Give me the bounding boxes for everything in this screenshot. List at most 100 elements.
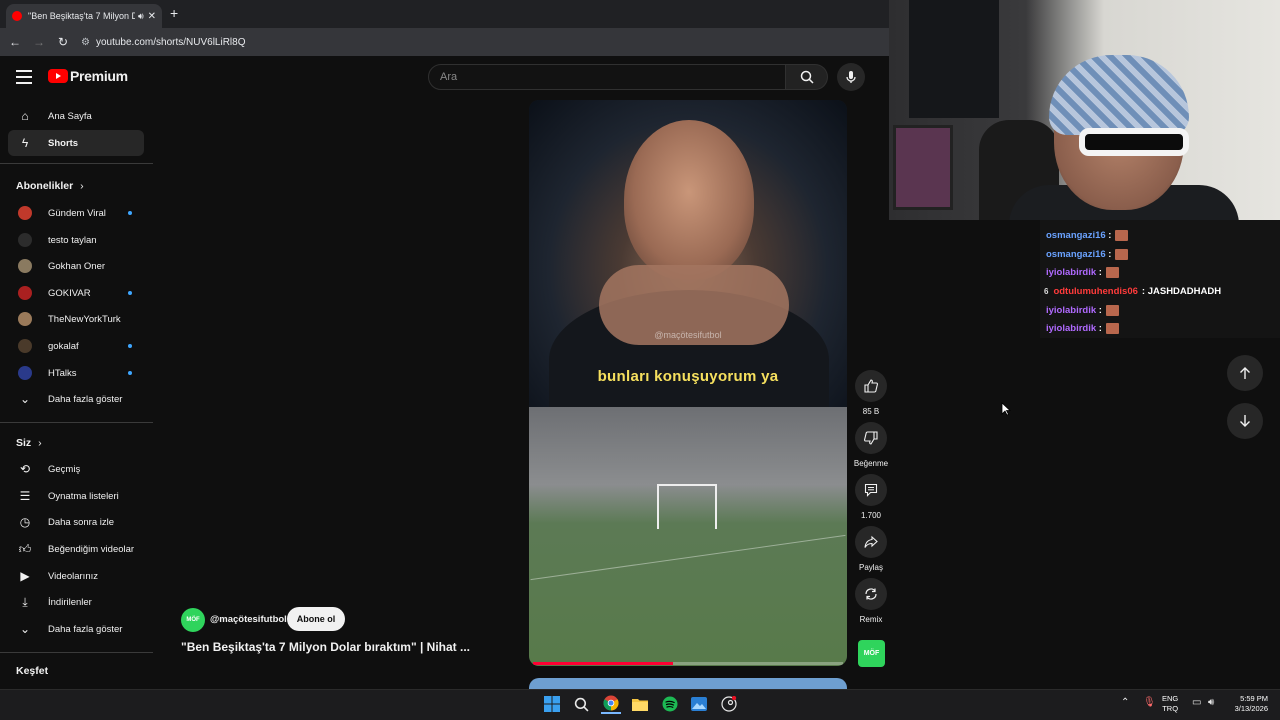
sidebar-item-subscription[interactable]: Gündem Viral — [8, 200, 144, 226]
sidebar-item-label: Gündem Viral — [48, 207, 106, 219]
chrome-icon[interactable] — [601, 694, 621, 714]
chevron-down-icon: ⌄ — [19, 392, 31, 406]
sidebar-item-label: HTalks — [48, 367, 77, 379]
voice-search-button[interactable] — [837, 63, 865, 91]
url-field[interactable]: ⚙ youtube.com/shorts/NUV6lLiRl8Q — [81, 37, 245, 48]
chat-badge: 6 — [1044, 287, 1049, 296]
next-short-button[interactable] — [1227, 403, 1263, 439]
chat-text: : JASHDADHADH — [1141, 286, 1222, 297]
speaker-icon[interactable]: 🔊︎ — [138, 11, 144, 22]
sidebar-item-shorts[interactable]: ϟ Shorts — [8, 130, 144, 156]
like-button[interactable]: 85 B — [855, 370, 887, 416]
download-icon: ⤓ — [22, 594, 28, 609]
show-more-you[interactable]: ⌄ Daha fazla göster — [8, 616, 144, 642]
sidebar-item-subscription[interactable]: TheNewYorkTurk — [8, 306, 144, 332]
sidebar-item-your-videos[interactable]: ▶ Videolarınız — [8, 563, 144, 589]
subscribe-button[interactable]: Abone ol — [287, 607, 345, 631]
youtube-premium-logo[interactable]: Premium — [48, 68, 128, 84]
chat-message: osmangazi16 : — [1046, 249, 1129, 260]
sidebar-item-label: İndirilenler — [48, 596, 92, 608]
windows-start-icon[interactable] — [542, 694, 562, 714]
chat-message: iyiolabirdik : — [1046, 305, 1119, 316]
new-tab-button[interactable]: + — [170, 5, 178, 21]
file-explorer-icon[interactable] — [630, 694, 650, 714]
sidebar-item-playlists[interactable]: ☰ Oynatma listeleri — [8, 483, 144, 509]
back-icon[interactable]: ← — [3, 35, 27, 49]
sidebar-item-subscription[interactable]: gokalaf — [8, 333, 144, 359]
emote-icon — [1115, 230, 1129, 241]
wall-frame — [893, 125, 953, 210]
sidebar-item-subscription[interactable]: testo taylan — [8, 227, 144, 253]
sidebar-item-label: Ana Sayfa — [48, 110, 92, 122]
forward-icon[interactable]: → — [27, 35, 51, 49]
sidebar-item-label: TheNewYorkTurk — [48, 313, 121, 325]
search-icon[interactable] — [571, 694, 591, 714]
spotify-icon[interactable] — [660, 694, 680, 714]
emote-icon — [1105, 267, 1119, 278]
sidebar-divider — [0, 163, 153, 164]
channel-avatar — [18, 233, 32, 247]
reload-icon[interactable]: ↻ — [51, 35, 75, 49]
sidebar-item-liked-videos[interactable]: 👍︎ Beğendiğim videolar — [8, 536, 144, 562]
channel-avatar[interactable]: MÖF — [181, 608, 205, 632]
chat-username[interactable]: osmangazi16 — [1046, 249, 1106, 260]
watch-later-icon: ◷ — [19, 515, 31, 529]
browser-tab[interactable]: "Ben Beşiktaş'ta 7 Milyon D 🔊︎ ✕ — [6, 4, 162, 28]
search-input[interactable]: Ara — [428, 64, 786, 90]
chat-username[interactable]: iyiolabirdik — [1046, 305, 1096, 316]
sidebar-item-subscription[interactable]: GOKIVAR — [8, 280, 144, 306]
menu-icon[interactable] — [16, 70, 32, 84]
webcam-overlay — [889, 0, 1280, 220]
chat-message: iyiolabirdik : — [1046, 267, 1119, 278]
comments-button[interactable]: 1.700 — [855, 474, 887, 520]
steam-icon[interactable] — [719, 694, 739, 714]
you-section-title[interactable]: Siz › — [16, 437, 42, 449]
chat-message: iyiolabirdik : — [1046, 323, 1119, 334]
sidebar-item-label: Beğendiğim videolar — [48, 543, 135, 555]
sidebar-item-subscription[interactable]: HTalks — [8, 360, 144, 386]
history-icon: ⟲ — [19, 462, 31, 476]
microphone-icon — [846, 71, 856, 83]
sidebar-item-subscription[interactable]: Gokhan Oner — [8, 253, 144, 279]
site-info-icon[interactable]: ⚙ — [81, 37, 90, 48]
search-button[interactable] — [786, 64, 828, 90]
video-title[interactable]: "Ben Beşiktaş'ta 7 Milyon Dolar bıraktım… — [181, 640, 470, 654]
microphone-icon[interactable]: 🎙︎ — [1143, 697, 1156, 708]
channel-thumbnail[interactable]: MÖF — [858, 640, 885, 667]
sidebar-item-label: Daha fazla göster — [48, 393, 123, 405]
sidebar-item-label: testo taylan — [48, 234, 97, 246]
sidebar-item-history[interactable]: ⟲ Geçmiş — [8, 456, 144, 482]
playlists-icon: ☰ — [19, 489, 31, 503]
sidebar-divider — [0, 652, 153, 653]
new-content-dot — [128, 344, 132, 348]
close-tab-icon[interactable]: ✕ — [148, 11, 156, 22]
network-icon[interactable]: ▭ — [1192, 697, 1201, 708]
chat-username[interactable]: iyiolabirdik — [1046, 323, 1096, 334]
dislike-label: Beğenme — [853, 459, 889, 468]
sidebar-item-downloads[interactable]: ⤓ İndirilenler — [8, 589, 144, 615]
previous-short-button[interactable] — [1227, 355, 1263, 391]
sidebar-item-home[interactable]: ⌂ Ana Sayfa — [8, 103, 144, 129]
chevron-up-icon[interactable]: ⌃ — [1121, 697, 1129, 708]
sidebar-item-watch-later[interactable]: ◷ Daha sonra izle — [8, 509, 144, 535]
chat-username[interactable]: odtulumuhendis06 — [1053, 286, 1137, 297]
channel-handle[interactable]: @maçötesifutbol — [210, 614, 287, 625]
language-indicator[interactable]: ENG TRQ — [1162, 694, 1178, 714]
dislike-button[interactable]: Beğenme — [854, 422, 888, 468]
chat-username[interactable]: iyiolabirdik — [1046, 267, 1096, 278]
remix-button[interactable]: Remix — [855, 578, 887, 624]
share-label: Paylaş — [858, 563, 883, 572]
system-clock[interactable]: 5:59 PM 3/13/2026 — [1224, 694, 1268, 714]
share-button[interactable]: Paylaş — [855, 526, 887, 572]
volume-icon[interactable]: 🔊︎ — [1208, 697, 1214, 708]
sidebar-divider — [0, 422, 153, 423]
subscriptions-title[interactable]: Abonelikler › — [16, 180, 84, 192]
video-watermark: @maçötesifutbol — [654, 330, 722, 340]
show-more-subscriptions[interactable]: ⌄ Daha fazla göster — [8, 386, 144, 412]
remix-label: Remix — [859, 615, 883, 624]
chat-username[interactable]: osmangazi16 — [1046, 230, 1106, 241]
shorts-video-player[interactable]: @maçötesifutbol bunları konuşuyorum ya — [529, 100, 847, 666]
channel-avatar — [18, 259, 32, 273]
comment-icon — [864, 483, 878, 497]
photos-icon[interactable] — [689, 694, 709, 714]
